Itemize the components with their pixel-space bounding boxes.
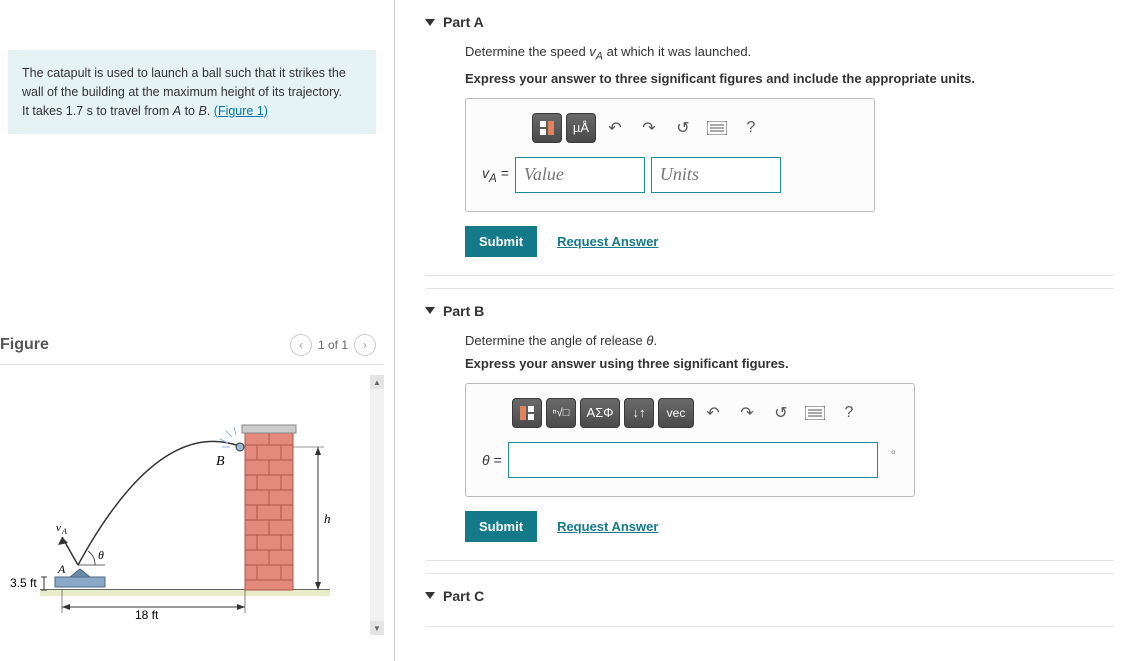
label-A: A [57, 562, 66, 576]
part-b-answer-box: ⁿ√□ ΑΣΦ ↓↑ vec ↶ ↷ ↺ ? θ = [465, 383, 915, 497]
problem-point-a: A [173, 104, 181, 118]
part-a-answer-box: µÅ ↶ ↷ ↺ ? vA = [465, 98, 875, 212]
problem-line3-mid: to [181, 104, 198, 118]
problem-statement: The catapult is used to launch a ball su… [8, 50, 376, 134]
reset-button[interactable]: ↺ [668, 113, 698, 143]
svg-text:A: A [61, 527, 67, 536]
collapse-icon [425, 307, 435, 314]
part-b-instruction: Express your answer using three signific… [465, 356, 1114, 371]
part-c-header[interactable]: Part C [425, 574, 1114, 608]
part-a-input-row: vA = [482, 157, 858, 193]
part-a-header[interactable]: Part A [425, 0, 1114, 44]
units-input[interactable] [651, 157, 781, 193]
redo-button[interactable]: ↷ [634, 113, 664, 143]
collapse-icon [425, 19, 435, 26]
label-h: h [324, 511, 331, 526]
figure-nav-text: 1 of 1 [318, 338, 348, 352]
part-a-instruction: Express your answer to three significant… [465, 71, 1114, 86]
figure-area: B v A θ A 3.5 ft [0, 375, 384, 635]
theta-input[interactable] [508, 442, 878, 478]
problem-line3-prefix: It takes 1.7 s to travel from [22, 104, 173, 118]
help-button[interactable]: ? [736, 113, 766, 143]
template-button[interactable] [512, 398, 542, 428]
problem-line2: wall of the building at the maximum heig… [22, 85, 342, 99]
part-b: Part B Determine the angle of release θ.… [425, 289, 1114, 561]
help-button[interactable]: ? [834, 398, 864, 428]
figure-nav: ‹ 1 of 1 › [290, 334, 376, 356]
part-b-prompt: Determine the angle of release θ. [465, 333, 1114, 348]
request-answer-link[interactable]: Request Answer [557, 519, 658, 534]
part-a-toolbar: µÅ ↶ ↷ ↺ ? [482, 113, 858, 143]
part-b-title: Part B [443, 303, 484, 319]
problem-point-b: B [198, 104, 206, 118]
request-answer-link[interactable]: Request Answer [557, 234, 658, 249]
undo-button[interactable]: ↶ [698, 398, 728, 428]
part-b-input-row: θ = ∘ [482, 442, 898, 478]
value-input[interactable] [515, 157, 645, 193]
part-a-prompt: Determine the speed vA at which it was l… [465, 44, 1114, 63]
right-panel: Part A Determine the speed vA at which i… [395, 0, 1144, 661]
label-B: B [216, 454, 225, 469]
keyboard-button[interactable] [702, 113, 732, 143]
math-root-button[interactable]: ⁿ√□ [546, 398, 576, 428]
reset-button[interactable]: ↺ [766, 398, 796, 428]
part-c-title: Part C [443, 588, 484, 604]
part-b-toolbar: ⁿ√□ ΑΣΦ ↓↑ vec ↶ ↷ ↺ ? [482, 398, 898, 428]
figure-next-button[interactable]: › [354, 334, 376, 356]
problem-line3-suffix: . [207, 104, 214, 118]
figure-link[interactable]: (Figure 1) [214, 104, 268, 118]
submit-button[interactable]: Submit [465, 226, 537, 257]
figure-header: Figure ‹ 1 of 1 › [0, 334, 384, 365]
scroll-up-icon[interactable]: ▲ [370, 375, 384, 389]
figure-prev-button[interactable]: ‹ [290, 334, 312, 356]
redo-button[interactable]: ↷ [732, 398, 762, 428]
template-button[interactable] [532, 113, 562, 143]
theta-label: θ = [482, 452, 502, 468]
figure-title: Figure [0, 336, 49, 354]
left-panel: The catapult is used to launch a ball su… [0, 0, 395, 661]
label-theta: θ [98, 548, 104, 562]
degree-symbol: ∘ [890, 445, 898, 459]
problem-line1: The catapult is used to launch a ball su… [22, 66, 346, 80]
label-3-5ft: 3.5 ft [10, 576, 37, 590]
figure-svg: B v A θ A 3.5 ft [0, 375, 370, 635]
part-c: Part C [425, 574, 1114, 627]
submit-button[interactable]: Submit [465, 511, 537, 542]
undo-button[interactable]: ↶ [600, 113, 630, 143]
vec-button[interactable]: vec [658, 398, 694, 428]
figure-scrollbar[interactable]: ▲ ▼ [370, 375, 384, 635]
greek-button[interactable]: ΑΣΦ [580, 398, 620, 428]
keyboard-button[interactable] [800, 398, 830, 428]
label-18ft: 18 ft [135, 608, 159, 622]
part-b-header[interactable]: Part B [425, 289, 1114, 333]
collapse-icon [425, 592, 435, 599]
arrows-button[interactable]: ↓↑ [624, 398, 654, 428]
scroll-down-icon[interactable]: ▼ [370, 621, 384, 635]
svg-text:v: v [56, 522, 61, 534]
part-a: Part A Determine the speed vA at which i… [425, 0, 1114, 276]
part-a-title: Part A [443, 14, 484, 30]
units-picker-button[interactable]: µÅ [566, 113, 596, 143]
